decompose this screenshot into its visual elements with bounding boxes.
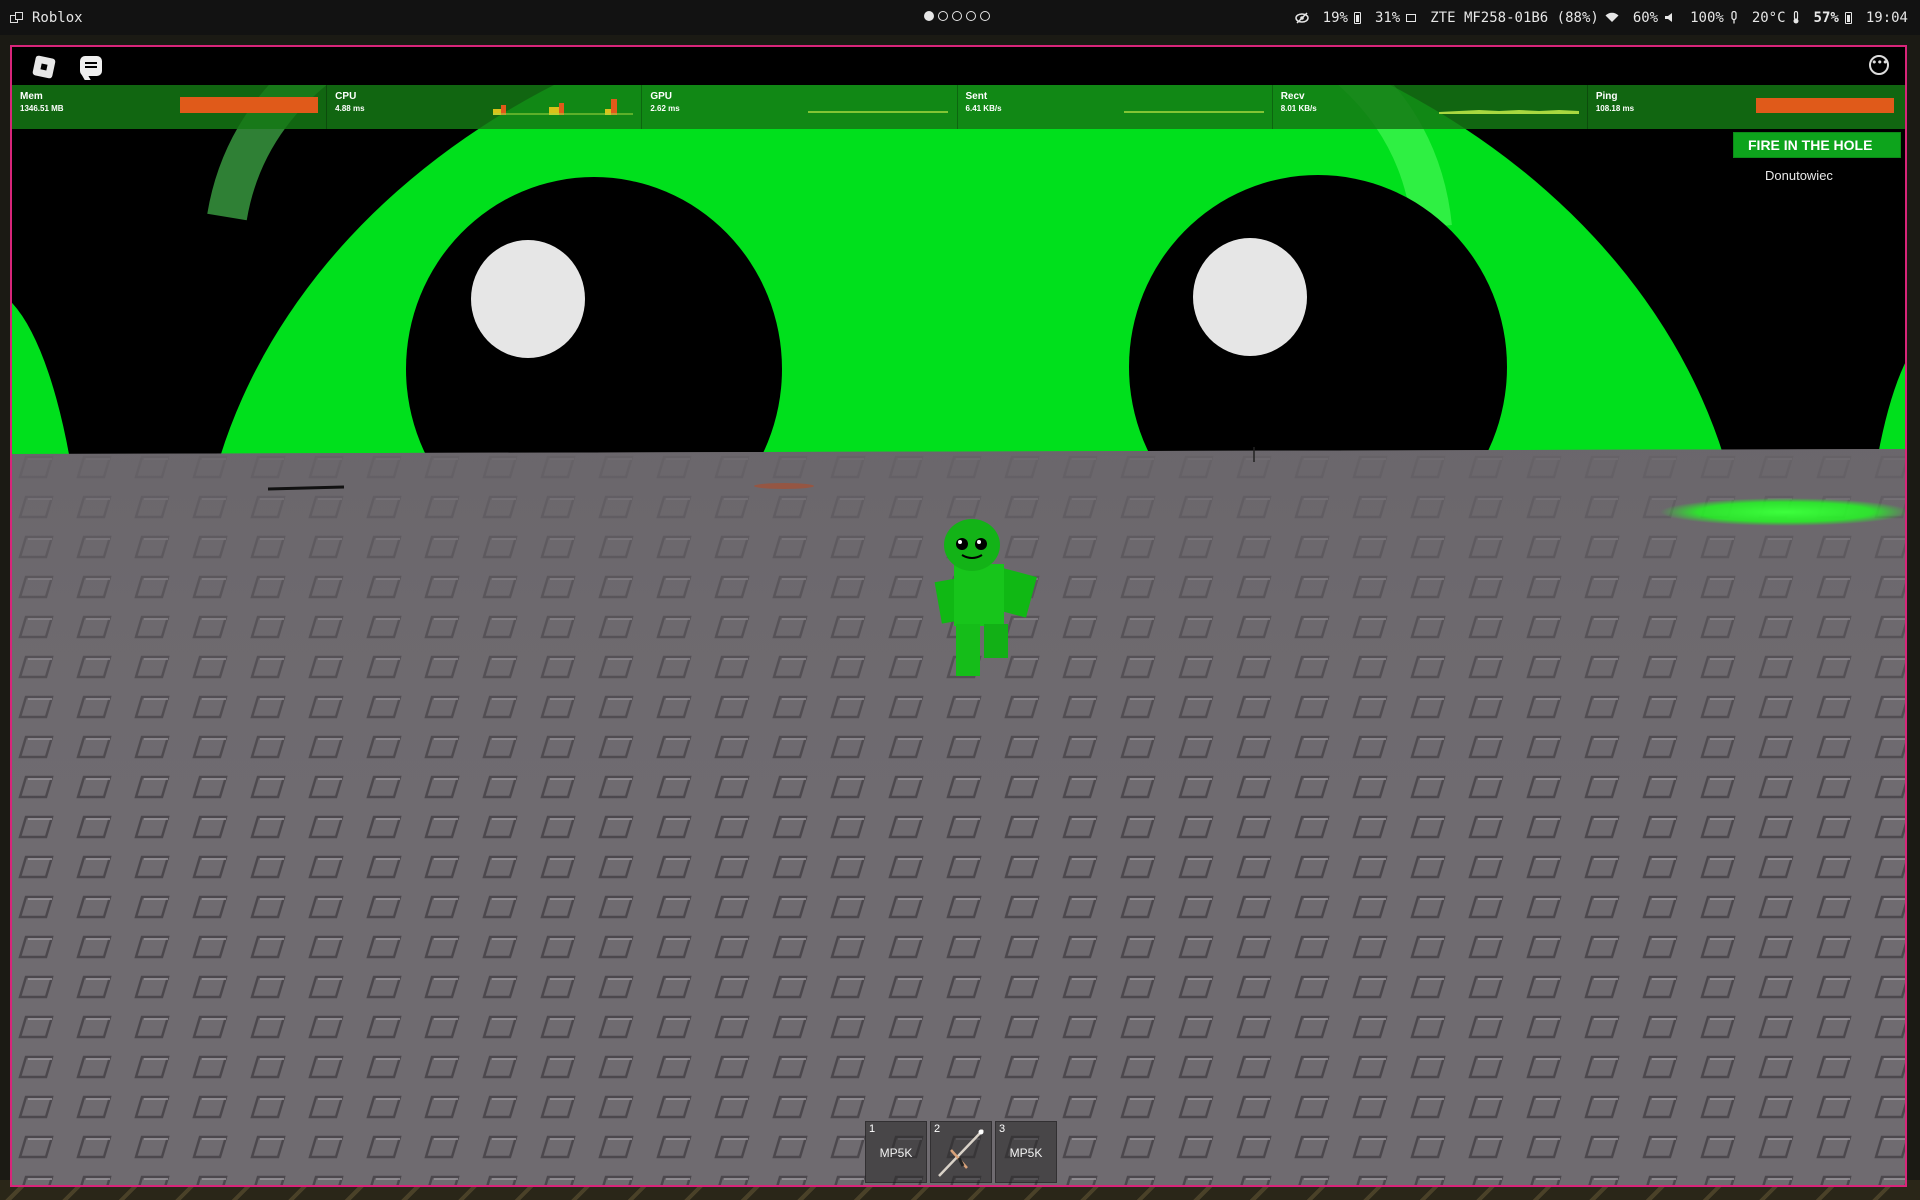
right-eye-pupil xyxy=(1193,238,1307,356)
disk-usage-text: 19% xyxy=(1322,9,1348,26)
character-eye-shine xyxy=(958,540,962,544)
stat-mem[interactable]: Mem 1346.51 MB xyxy=(12,85,328,129)
hotbar: 1 MP5K 2 3 MP5K xyxy=(865,1121,1057,1183)
character-torso xyxy=(954,564,1004,626)
slot-number: 3 xyxy=(999,1123,1006,1135)
temperature-text: 20°C xyxy=(1751,9,1786,26)
workspace-2[interactable] xyxy=(938,11,948,21)
disk-usage[interactable]: 19% xyxy=(1323,10,1361,26)
clock[interactable]: 19:04 xyxy=(1866,10,1908,26)
character-left-eye xyxy=(956,538,968,550)
stat-sent[interactable]: Sent 6.41 KB/s xyxy=(958,85,1273,129)
stat-recv[interactable]: Recv 8.01 KB/s xyxy=(1273,85,1588,129)
chat-icon[interactable] xyxy=(80,56,102,76)
workspace-5[interactable] xyxy=(980,11,990,21)
sent-graph xyxy=(1123,111,1264,113)
tool-icon xyxy=(938,1129,984,1177)
stat-name: CPU xyxy=(335,91,357,102)
roblox-window[interactable]: ••• Mem 1346.51 MB CPU 4.88 ms GPU 2.62 … xyxy=(10,45,1907,1187)
brightness-text: 60% xyxy=(1632,9,1659,26)
character-head xyxy=(944,519,1000,571)
hotbar-slot-1[interactable]: 1 MP5K xyxy=(865,1121,927,1183)
memory-usage[interactable]: 31% xyxy=(1374,9,1417,26)
memory-icon xyxy=(1406,13,1417,22)
stat-name: Sent xyxy=(965,91,988,102)
hotbar-slot-2[interactable]: 2 xyxy=(930,1121,992,1183)
slot-label: MP5K xyxy=(879,1146,913,1160)
stat-value: 8.01 KB/s xyxy=(1280,104,1317,113)
stat-ping[interactable]: Ping 108.18 ms xyxy=(1588,85,1905,129)
stat-name: Mem xyxy=(20,91,43,102)
game-viewport[interactable] xyxy=(12,47,1905,1185)
volume-status[interactable]: 100% xyxy=(1690,10,1738,26)
leaderboard-player[interactable]: Donutowiec xyxy=(1733,160,1901,193)
window-title-text: Roblox xyxy=(32,9,83,26)
stat-value: 108.18 ms xyxy=(1595,104,1635,113)
stat-gpu[interactable]: GPU 2.62 ms xyxy=(642,85,958,129)
stat-name: Ping xyxy=(1595,91,1618,102)
brightness-status[interactable]: 60% xyxy=(1633,10,1676,26)
battery-icon xyxy=(1844,11,1852,24)
workspace-indicator xyxy=(924,11,990,21)
performance-stats-bar: Mem 1346.51 MB CPU 4.88 ms GPU 2.62 ms S… xyxy=(12,85,1905,129)
hotbar-slot-3[interactable]: 3 MP5K xyxy=(995,1121,1057,1183)
privacy-status[interactable] xyxy=(1294,11,1309,24)
leaderboard: FIRE IN THE HOLE Donutowiec xyxy=(1733,132,1901,193)
roblox-menu-icon[interactable] xyxy=(32,55,56,79)
stat-name: GPU xyxy=(650,91,673,102)
distant-object xyxy=(267,485,345,491)
active-window-title[interactable]: Roblox xyxy=(10,0,83,35)
slot-number: 1 xyxy=(869,1123,876,1135)
battery-text: 57% xyxy=(1813,9,1839,26)
eye-slash-icon xyxy=(1294,11,1309,24)
stat-name: Recv xyxy=(1280,91,1305,102)
slot-label: MP5K xyxy=(1009,1146,1043,1160)
system-status-area: 19% 31% ZTE MF258-01B6 (88%) 60% 100% 20… xyxy=(1294,0,1908,35)
roblox-topbar: ••• xyxy=(12,47,1905,85)
volume-text: 100% xyxy=(1690,9,1724,26)
mem-graph xyxy=(180,97,318,113)
workspace-1[interactable] xyxy=(924,11,934,21)
character-right-eye xyxy=(975,538,987,550)
workspace-4[interactable] xyxy=(966,11,976,21)
wifi-icon xyxy=(1605,12,1619,22)
ping-graph xyxy=(1755,98,1894,113)
window-icon xyxy=(10,11,24,24)
left-eye-pupil xyxy=(471,240,585,358)
temperature-status[interactable]: 20°C xyxy=(1752,10,1800,26)
green-glow-pad xyxy=(1660,498,1905,526)
battery-status[interactable]: 57% xyxy=(1814,10,1852,26)
speaker-icon xyxy=(1665,13,1673,22)
network-name: ZTE MF258-01B6 (88%) xyxy=(1430,9,1599,26)
gpu-graph xyxy=(808,111,949,113)
system-top-bar: Roblox 19% 31% ZTE MF258-01B6 (88%) 60% … xyxy=(0,0,1920,35)
more-options-icon[interactable]: ••• xyxy=(1869,55,1889,75)
thermometer-icon xyxy=(1793,11,1799,24)
cpu-graph xyxy=(493,99,634,115)
character-left-leg xyxy=(956,624,980,676)
microphone-icon xyxy=(1731,11,1737,24)
memory-usage-text: 31% xyxy=(1374,9,1401,26)
distant-pad xyxy=(754,483,814,489)
clock-text: 19:04 xyxy=(1865,9,1908,26)
stat-value: 2.62 ms xyxy=(650,104,680,113)
stat-cpu[interactable]: CPU 4.88 ms xyxy=(327,85,643,129)
stat-value: 1346.51 MB xyxy=(20,104,64,113)
stat-value: 4.88 ms xyxy=(335,104,365,113)
workspace-3[interactable] xyxy=(952,11,962,21)
recv-graph xyxy=(1438,110,1579,114)
stat-value: 6.41 KB/s xyxy=(965,104,1002,113)
leaderboard-title[interactable]: FIRE IN THE HOLE xyxy=(1733,132,1901,158)
character-right-leg xyxy=(984,624,1008,658)
network-status[interactable]: ZTE MF258-01B6 (88%) xyxy=(1430,10,1619,26)
character-eye-shine xyxy=(977,540,981,544)
disk-icon xyxy=(1353,11,1361,24)
